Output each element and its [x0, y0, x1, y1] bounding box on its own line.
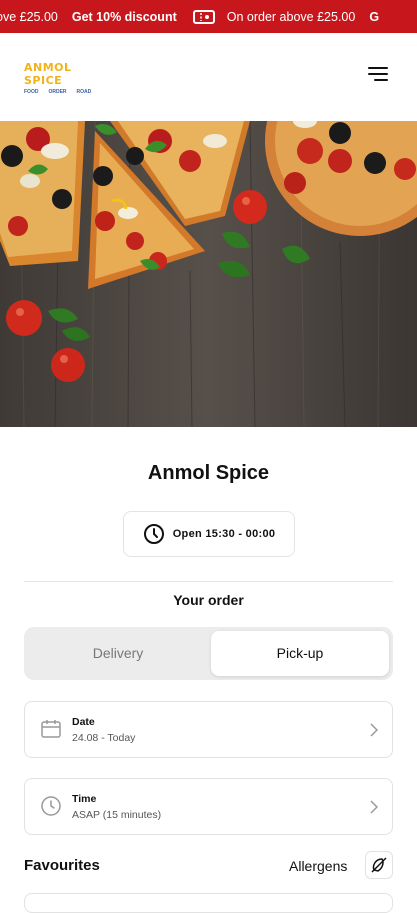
promo-text: Get 10% discount [71, 10, 177, 24]
logo-sub-word: FOOD [24, 89, 39, 95]
restaurant-name: Anmol Spice [147, 462, 270, 484]
ticket-icon [192, 10, 215, 24]
opening-hours-button[interactable]: Open 15:30 - 00:00 [123, 511, 295, 557]
chevron-right-icon [370, 723, 378, 737]
promo-text: On order above £25.00 [226, 10, 356, 24]
hamburger-menu-icon[interactable] [368, 67, 388, 83]
logo-subtitle: FOOD ORDER ROAD [24, 89, 94, 95]
promo-banner: ove £25.00 Get 10% discount On order abo… [0, 0, 417, 33]
pickup-option[interactable]: Pick-up [211, 631, 389, 676]
logo-text: ANMOL SPICE [24, 61, 72, 87]
calendar-icon [41, 720, 61, 738]
logo-sub-word: ROAD [76, 89, 92, 95]
promo-ticker: ove £25.00 Get 10% discount On order abo… [0, 10, 393, 24]
date-label: Date [72, 716, 95, 728]
logo-sub-word: ORDER [48, 89, 67, 95]
time-selector[interactable]: Time ASAP (15 minutes) [24, 778, 393, 835]
favourites-title: Favourites [24, 857, 100, 874]
clock-icon [41, 796, 61, 816]
your-order-title: Your order [173, 592, 244, 608]
delivery-option[interactable]: Delivery [28, 631, 208, 676]
clock-icon [143, 524, 164, 544]
promo-text: G [369, 10, 380, 24]
time-value: ASAP (15 minutes) [72, 809, 162, 821]
allergens-button[interactable] [365, 851, 393, 879]
favourites-card[interactable] [24, 893, 393, 913]
date-selector[interactable]: Date 24.08 - Today [24, 701, 393, 758]
hero-image [0, 121, 417, 427]
promo-text: ove £25.00 [0, 10, 58, 24]
time-label: Time [72, 793, 97, 805]
opening-hours-text: Open 15:30 - 00:00 [172, 528, 276, 540]
allergen-icon [371, 857, 387, 873]
allergens-label[interactable]: Allergens [289, 858, 347, 874]
brand-logo[interactable]: ANMOL SPICE FOOD ORDER ROAD [24, 61, 94, 95]
section-divider [24, 581, 393, 582]
pizza-illustration [0, 121, 417, 427]
date-value: 24.08 - Today [72, 732, 136, 744]
order-type-toggle: Delivery Pick-up [24, 627, 393, 680]
chevron-right-icon [370, 800, 378, 814]
site-header: ANMOL SPICE FOOD ORDER ROAD [0, 33, 417, 121]
